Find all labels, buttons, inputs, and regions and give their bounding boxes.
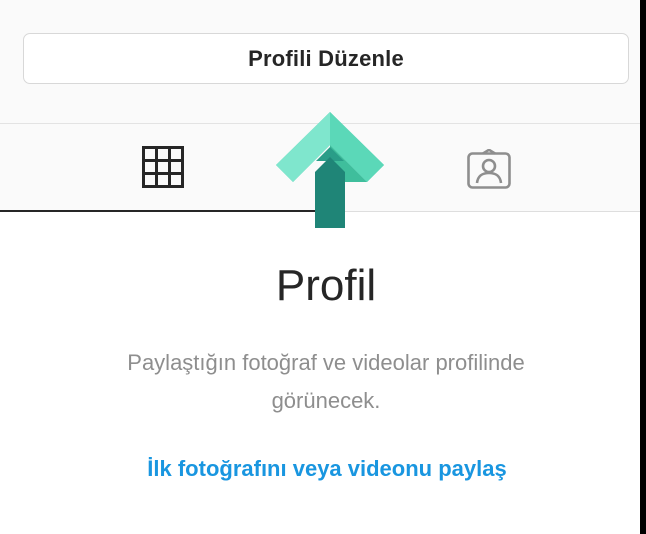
- up-arrow-icon: [276, 111, 384, 229]
- profile-screen: Profili Düzenle Profil Paylaştığın fotoğ…: [0, 0, 640, 534]
- empty-state-title: Profil: [275, 261, 377, 310]
- screen-edge: [640, 0, 646, 534]
- share-first-post-link[interactable]: İlk fotoğrafını veya videonu paylaş: [0, 452, 640, 486]
- profile-header: Profili Düzenle: [0, 0, 640, 124]
- tagged-person-icon: [467, 148, 511, 194]
- empty-state-description: Paylaştığın fotoğraf ve videolar profili…: [127, 350, 525, 413]
- edit-profile-button[interactable]: Profili Düzenle: [23, 33, 629, 84]
- grid-icon: [142, 146, 184, 193]
